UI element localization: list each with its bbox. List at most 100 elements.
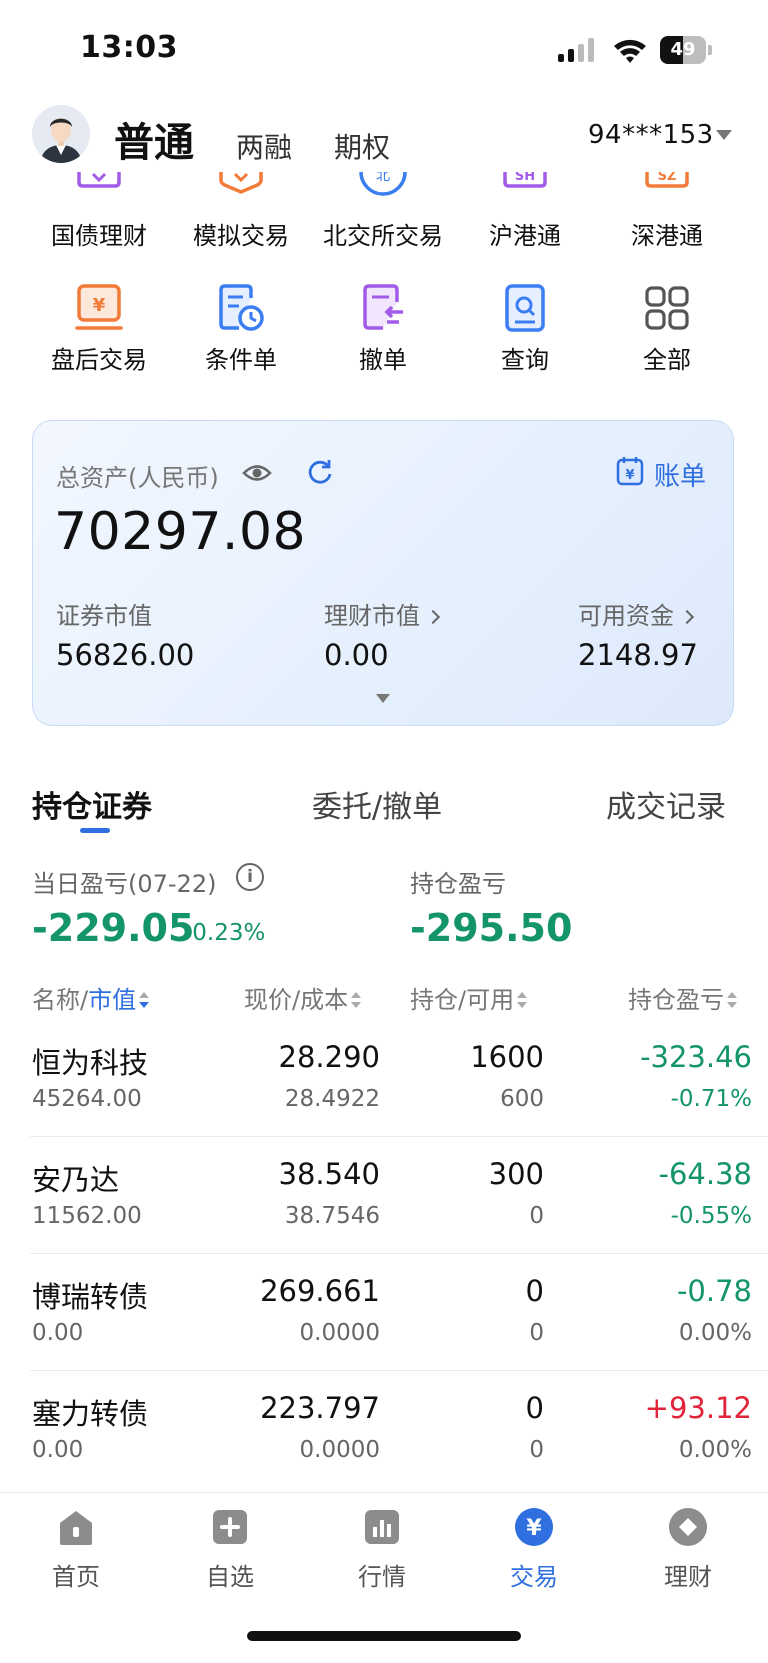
stock-quantity: 1600 xyxy=(470,1040,544,1074)
stock-cost: 28.4922 xyxy=(284,1086,380,1112)
table-row[interactable]: 安乃达 11562.00 38.540 38.7546 300 0 -64.38… xyxy=(0,1137,768,1254)
battery-level: 49 xyxy=(670,39,696,60)
tab-normal-account[interactable]: 普通 xyxy=(114,110,194,168)
tab-margin-account[interactable]: 两融 xyxy=(236,126,292,166)
column-header-name[interactable]: 名称/市值 xyxy=(32,980,150,1015)
menu-item-label: 查询 xyxy=(501,346,549,374)
securities-value: 56826.00 xyxy=(56,638,195,672)
menu-item-all[interactable]: 全部 xyxy=(596,284,738,375)
query-icon xyxy=(505,284,545,332)
available-funds-link[interactable]: 可用资金 xyxy=(578,596,695,631)
sort-icon xyxy=(139,992,150,1010)
menu-item-after-hours[interactable]: ¥ 盘后交易 xyxy=(28,284,170,375)
menu-item-simulated-trading[interactable]: 模拟交易 xyxy=(170,172,312,250)
sz-connect-icon: SZ xyxy=(645,172,689,188)
stock-pnl: -0.78 xyxy=(676,1274,752,1308)
column-pnl-label: 持仓盈亏 xyxy=(628,986,724,1014)
column-name-label: 名称/ xyxy=(32,986,89,1014)
stock-pnl-percent: 0.00% xyxy=(678,1437,752,1463)
market-icon xyxy=(365,1510,399,1544)
daily-pnl-percent: -0.23% xyxy=(184,920,266,946)
column-header-pnl[interactable]: 持仓盈亏 xyxy=(628,980,737,1015)
stock-name: 塞力转债 xyxy=(32,1397,149,1431)
menu-item-label: 国债理财 xyxy=(51,222,147,250)
wifi-icon xyxy=(614,39,646,63)
daily-pnl-label: 当日盈亏(07-22) xyxy=(32,870,217,898)
menu-item-label: 全部 xyxy=(643,346,691,374)
eye-icon[interactable] xyxy=(242,460,272,486)
sort-icon xyxy=(351,992,362,1010)
stock-pnl-percent: 0.00% xyxy=(678,1320,752,1346)
avatar[interactable] xyxy=(32,105,90,163)
column-market-value-label: 市值 xyxy=(88,986,137,1014)
table-row[interactable]: 恒为科技 45264.00 28.290 28.4922 1600 600 -3… xyxy=(0,1020,768,1137)
nav-wealth[interactable]: 理财 xyxy=(628,1507,748,1592)
bill-icon[interactable]: ¥ xyxy=(616,456,644,486)
column-header-price[interactable]: 现价/成本 xyxy=(244,980,362,1015)
menu-item-sh-hk-connect[interactable]: SH 沪港通 xyxy=(454,172,596,250)
bond-icon xyxy=(77,172,121,188)
account-dropdown-icon[interactable] xyxy=(716,130,732,140)
expand-caret-icon[interactable] xyxy=(376,694,390,703)
menu-item-query[interactable]: 查询 xyxy=(454,284,596,375)
cancel-order-icon xyxy=(363,284,403,330)
table-row[interactable]: 博瑞转债 0.00 269.661 0.0000 0 0 -0.78 0.00% xyxy=(0,1254,768,1371)
tab-holdings[interactable]: 持仓证券 xyxy=(32,782,152,826)
stock-name: 安乃达 xyxy=(32,1163,120,1197)
position-pnl-value: -295.50 xyxy=(410,906,573,950)
stock-quantity: 0 xyxy=(525,1391,544,1425)
bill-yen-glyph: ¥ xyxy=(625,468,634,483)
menu-item-label: 撤单 xyxy=(359,346,407,374)
stock-available: 600 xyxy=(500,1086,544,1112)
stock-cost: 0.0000 xyxy=(299,1320,380,1346)
nav-watchlist[interactable]: 自选 xyxy=(170,1507,290,1592)
wealth-icon xyxy=(669,1508,707,1546)
menu-item-condition-order[interactable]: 条件单 xyxy=(170,284,312,375)
grid-icon xyxy=(645,286,689,330)
trade-yen-icon: ¥ xyxy=(515,1508,553,1546)
home-icon xyxy=(60,1511,92,1545)
table-row[interactable]: 塞力转债 0.00 223.797 0.0000 0 0 +93.12 0.00… xyxy=(0,1371,768,1488)
menu-item-label: 盘后交易 xyxy=(51,346,147,374)
menu-item-label: 北交所交易 xyxy=(323,222,443,250)
chevron-right-icon xyxy=(425,609,441,625)
stock-cost: 38.7546 xyxy=(284,1203,380,1229)
stock-market-value: 45264.00 xyxy=(32,1086,142,1112)
total-assets-value: 70297.08 xyxy=(54,502,307,562)
menu-item-bse-trading[interactable]: 北 北交所交易 xyxy=(312,172,454,250)
bill-link[interactable]: 账单 xyxy=(654,456,706,493)
tab-options-account[interactable]: 期权 xyxy=(334,126,390,166)
after-hours-icon: ¥ xyxy=(75,284,123,330)
account-number[interactable]: 94***153 xyxy=(588,120,714,150)
nav-trade[interactable]: ¥ 交易 xyxy=(474,1507,594,1592)
nav-market[interactable]: 行情 xyxy=(322,1507,442,1592)
wealth-value-label: 理财市值 xyxy=(324,602,420,630)
menu-item-bond-finance[interactable]: 国债理财 xyxy=(28,172,170,250)
sz-badge: SZ xyxy=(658,172,677,184)
menu-item-sz-hk-connect[interactable]: SZ 深港通 xyxy=(596,172,738,250)
nav-home[interactable]: 首页 xyxy=(16,1507,136,1592)
menu-item-label: 条件单 xyxy=(205,346,277,374)
battery-icon: 49 xyxy=(660,36,712,64)
tab-orders[interactable]: 委托/撤单 xyxy=(312,782,442,826)
column-header-quantity[interactable]: 持仓/可用 xyxy=(410,980,528,1015)
stock-market-value: 11562.00 xyxy=(32,1203,142,1229)
stock-price: 223.797 xyxy=(260,1391,380,1425)
column-quantity-label: 持仓/可用 xyxy=(410,986,515,1014)
trade-yen-glyph: ¥ xyxy=(526,1516,542,1541)
wealth-value-link[interactable]: 理财市值 xyxy=(324,596,441,631)
total-assets-label: 总资产(人民币) xyxy=(56,464,219,492)
menu-item-cancel-order[interactable]: 撤单 xyxy=(312,284,454,375)
stock-name: 恒为科技 xyxy=(32,1046,149,1080)
sh-badge: SH xyxy=(515,172,535,184)
refresh-icon[interactable] xyxy=(306,458,334,486)
sh-connect-icon: SH xyxy=(503,172,547,188)
stock-price: 28.290 xyxy=(278,1040,380,1074)
stock-pnl: +93.12 xyxy=(644,1391,752,1425)
tab-trade-records[interactable]: 成交记录 xyxy=(606,782,726,826)
nav-label: 自选 xyxy=(206,1563,254,1591)
home-indicator xyxy=(247,1631,521,1641)
nav-label: 行情 xyxy=(358,1563,406,1591)
menu-item-label: 模拟交易 xyxy=(193,222,289,250)
info-icon[interactable]: i xyxy=(236,863,264,891)
